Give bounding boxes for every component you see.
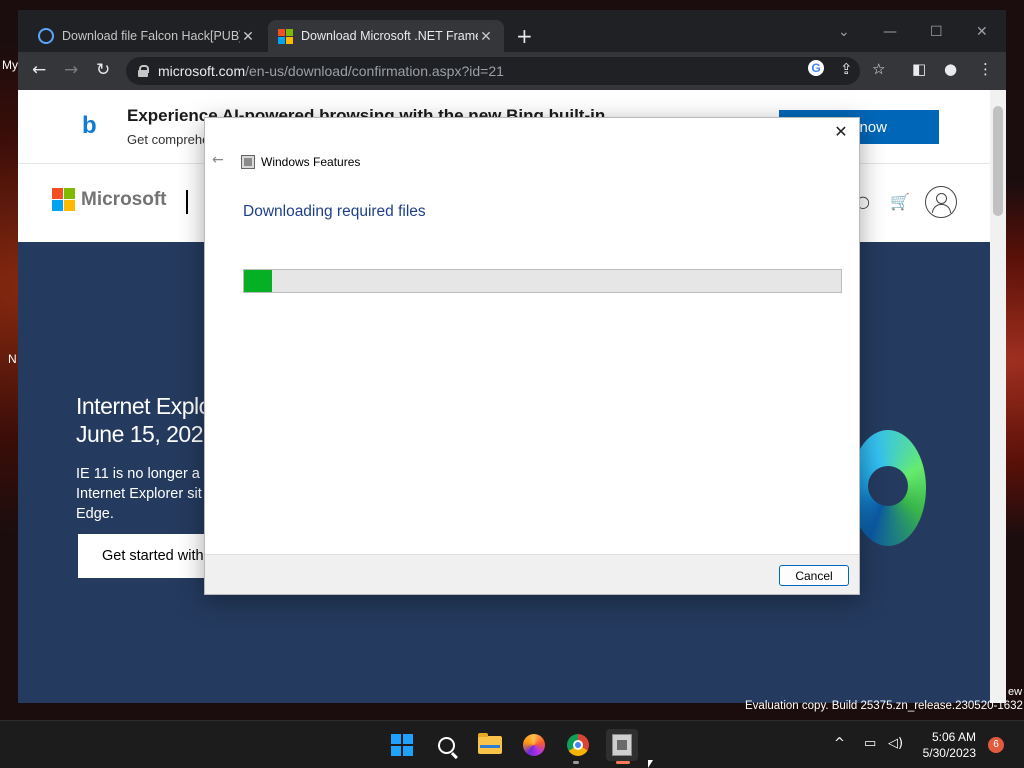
kebab-menu-icon[interactable]: ⋮	[978, 60, 993, 78]
taskbar: ^ ▭ ◁) 5:06 AM 5/30/2023 6	[0, 720, 1024, 768]
chrome-icon	[567, 734, 589, 756]
page-scrollbar[interactable]	[990, 90, 1006, 703]
url-path: /en-us/download/confirmation.aspx?id=21	[245, 63, 504, 79]
tab-strip: Download file Falcon Hack[PUB].ex ✕ Down…	[18, 10, 1006, 52]
evaluation-watermark: Evaluation copy. Build 25375.zn_release.…	[745, 700, 1023, 712]
dialog-footer: Cancel	[205, 554, 859, 594]
close-window-button[interactable]: ✕	[976, 24, 988, 40]
tab-dotnet-download[interactable]: Download Microsoft .NET Framew ✕	[268, 20, 504, 52]
header-divider	[186, 190, 188, 214]
tab-close-icon[interactable]: ✕	[240, 28, 256, 45]
banner-subtitle: Get comprehe	[127, 132, 210, 147]
dialog-close-button[interactable]: ✕	[831, 122, 851, 142]
notification-badge[interactable]: 6	[988, 737, 1004, 753]
new-tab-button[interactable]: +	[516, 26, 533, 46]
clock-time: 5:06 AM	[931, 730, 976, 744]
address-bar[interactable]: microsoft.com/en-us/download/confirmatio…	[126, 57, 860, 85]
taskbar-clock[interactable]: 5:06 AM 5/30/2023	[916, 729, 976, 761]
windows-features-icon	[241, 155, 255, 169]
scrollbar-thumb[interactable]	[993, 106, 1003, 216]
firefox-button[interactable]	[518, 729, 550, 761]
folder-icon	[478, 733, 502, 754]
microsoft-logo[interactable]: Microsoft	[52, 188, 167, 211]
start-button[interactable]	[386, 729, 418, 761]
browser-toolbar: ← → ↻ microsoft.com/en-us/download/confi…	[18, 52, 1006, 90]
edge-logo-icon	[850, 430, 926, 546]
taskbar-search-button[interactable]	[430, 729, 462, 761]
google-lens-icon[interactable]: G	[808, 60, 824, 76]
windows-features-taskbar-button[interactable]	[606, 729, 638, 761]
dialog-title: Windows Features	[261, 155, 361, 169]
side-panel-icon[interactable]: ◧	[912, 60, 926, 78]
desktop-icon-label[interactable]: N	[8, 352, 17, 366]
tray-overflow-chevron-icon[interactable]: ^	[834, 736, 845, 751]
microsoft-favicon-icon	[278, 28, 293, 44]
search-icon	[437, 736, 455, 754]
mouse-cursor-icon	[648, 760, 653, 768]
url-host: microsoft.com	[158, 63, 246, 79]
running-indicator	[573, 761, 579, 764]
minimize-button[interactable]: —	[883, 24, 897, 40]
chrome-button[interactable]	[562, 729, 594, 761]
download-progress-bar	[243, 269, 842, 293]
forward-button[interactable]: →	[64, 60, 78, 80]
watermark-partial: ew	[1008, 686, 1023, 698]
tab-close-icon[interactable]: ✕	[478, 28, 494, 45]
desktop-icon-label[interactable]: My	[2, 58, 18, 72]
tab-title: Download Microsoft .NET Framew	[301, 29, 478, 43]
cart-icon[interactable]: 🛒	[890, 192, 910, 211]
tab-falcon-download[interactable]: Download file Falcon Hack[PUB].ex ✕	[28, 20, 266, 52]
dialog-back-button[interactable]: ←	[212, 152, 224, 168]
bing-logo-icon: b	[82, 112, 97, 139]
windows-features-icon	[612, 734, 632, 756]
active-indicator	[616, 761, 630, 764]
reload-button[interactable]: ↻	[96, 60, 110, 80]
dialog-heading: Downloading required files	[243, 203, 426, 220]
cancel-button[interactable]: Cancel	[779, 565, 849, 586]
maximize-button[interactable]: ☐	[930, 24, 943, 40]
back-button[interactable]: ←	[32, 60, 46, 80]
microsoft-logo-icon	[52, 188, 75, 211]
progress-fill	[244, 270, 273, 292]
share-icon[interactable]: ⇪	[840, 60, 853, 78]
volume-icon[interactable]: ◁)	[888, 736, 903, 751]
firefox-icon	[523, 734, 545, 756]
windows-features-dialog: ✕ ← Windows Features Downloading require…	[204, 117, 860, 595]
site-favicon-icon	[38, 28, 54, 44]
lock-icon[interactable]	[138, 65, 149, 77]
tab-title: Download file Falcon Hack[PUB].ex	[62, 29, 240, 43]
brand-name: Microsoft	[81, 188, 167, 210]
tab-search-icon[interactable]: ⌄	[838, 24, 850, 40]
account-avatar-icon[interactable]	[925, 186, 957, 218]
bookmark-star-icon[interactable]: ☆	[872, 60, 885, 78]
clock-date: 5/30/2023	[922, 746, 976, 760]
file-explorer-button[interactable]	[474, 729, 506, 761]
profile-icon[interactable]: ●	[944, 60, 957, 78]
network-icon[interactable]: ▭	[864, 736, 876, 751]
windows-start-icon	[391, 734, 413, 756]
